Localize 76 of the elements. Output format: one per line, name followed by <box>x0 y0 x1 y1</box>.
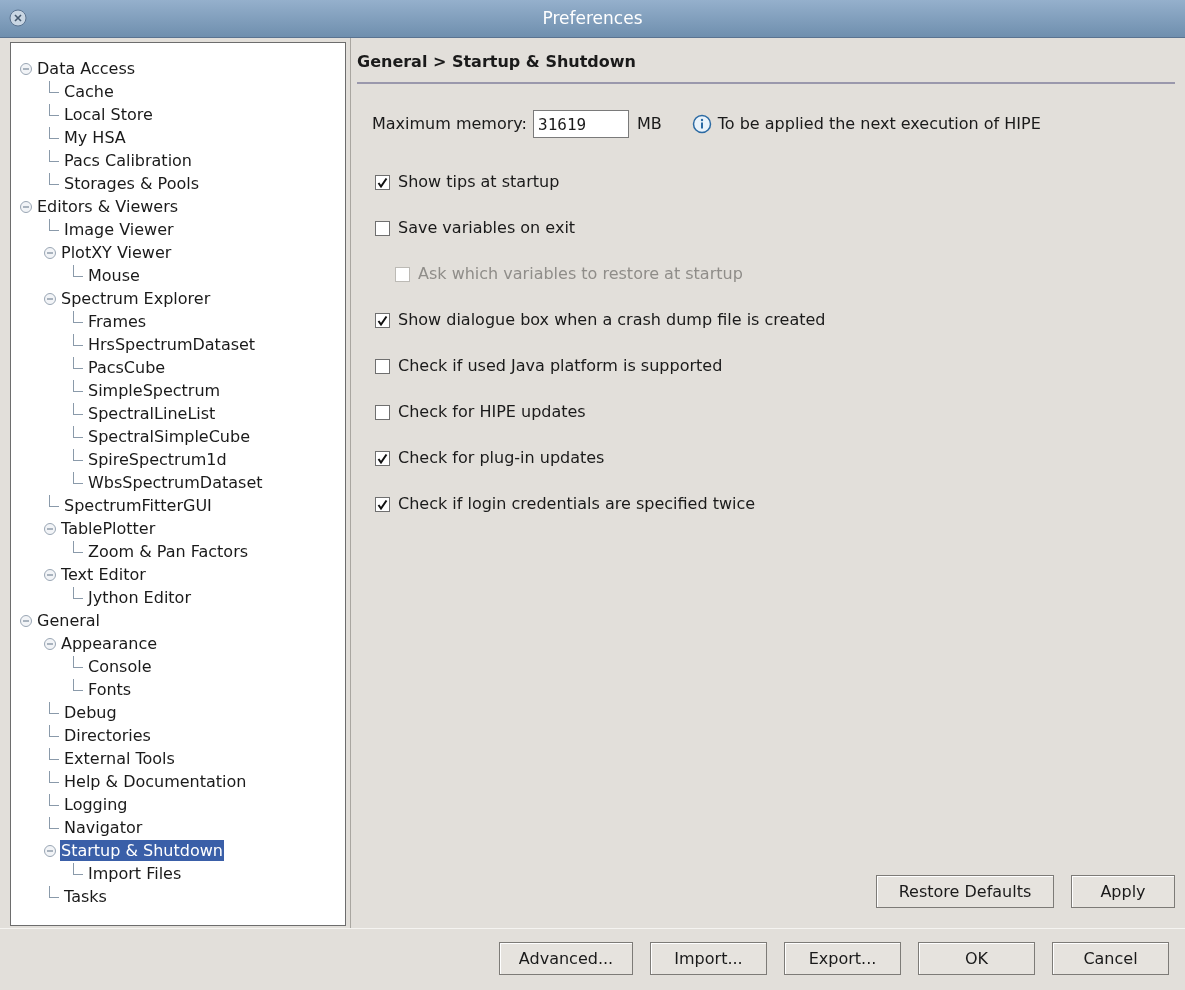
checkbox[interactable] <box>375 404 390 420</box>
close-icon[interactable] <box>8 8 28 28</box>
info-icon <box>691 114 712 134</box>
collapse-icon[interactable] <box>43 245 57 260</box>
tree-item[interactable]: SpireSpectrum1d <box>87 448 228 471</box>
dialog-button[interactable]: OK <box>918 942 1035 975</box>
tree-item[interactable]: Appearance <box>60 632 159 655</box>
checkbox-label: Check for plug-in updates <box>398 447 605 469</box>
checkbox-label: Save variables on exit <box>398 217 576 239</box>
window-title: Preferences <box>542 6 643 30</box>
memory-label: Maximum memory: <box>372 113 527 135</box>
tree-item[interactable]: Help & Documentation <box>63 770 248 793</box>
collapse-icon[interactable] <box>43 291 57 306</box>
tree-item[interactable]: TablePlotter <box>60 517 157 540</box>
checkbox[interactable] <box>375 450 390 466</box>
checkbox-label: Show dialogue box when a crash dump file is created <box>398 309 826 331</box>
dialog-button[interactable]: Restore Defaults <box>876 875 1054 908</box>
checkbox[interactable] <box>375 358 390 374</box>
tree-item[interactable]: Jython Editor <box>87 586 192 609</box>
tree-item[interactable]: My HSA <box>63 126 127 149</box>
tree-item[interactable]: SpectrumFitterGUI <box>63 494 213 517</box>
tree-item[interactable]: SimpleSpectrum <box>87 379 222 402</box>
tree-item[interactable]: WbsSpectrumDataset <box>87 471 264 494</box>
collapse-icon[interactable] <box>19 61 33 76</box>
tree-item[interactable]: SpectralLineList <box>87 402 217 425</box>
tree-item[interactable]: Editors & Viewers <box>36 195 180 218</box>
collapse-icon[interactable] <box>43 521 57 536</box>
tree-item[interactable]: HrsSpectrumDataset <box>87 333 257 356</box>
tree-item[interactable]: Storages & Pools <box>63 172 201 195</box>
tree-item[interactable]: Cache <box>63 80 115 103</box>
tree-item[interactable]: Spectrum Explorer <box>60 287 212 310</box>
checkbox[interactable] <box>375 174 390 190</box>
dialog-button[interactable]: Cancel <box>1052 942 1169 975</box>
tree-item[interactable]: Tasks <box>63 885 108 908</box>
tree-item[interactable]: Mouse <box>87 264 141 287</box>
dialog-button[interactable]: Import... <box>650 942 767 975</box>
collapse-icon[interactable] <box>43 636 57 651</box>
checkbox-label: Check if login credentials are specified twice <box>398 493 756 515</box>
collapse-icon[interactable] <box>19 199 33 214</box>
tree-item[interactable]: Frames <box>87 310 148 333</box>
checkbox[interactable] <box>375 312 390 328</box>
tree-item[interactable]: General <box>36 609 102 632</box>
tree-item[interactable]: Logging <box>63 793 129 816</box>
unit-label: MB <box>637 113 662 135</box>
collapse-icon[interactable] <box>43 843 57 858</box>
info-note: To be applied the next execution of HIPE <box>717 113 1041 135</box>
tree-item[interactable]: Fonts <box>87 678 133 701</box>
tree-item[interactable]: PacsCube <box>87 356 167 379</box>
memory-field[interactable]: 31619 <box>533 110 629 138</box>
tree-item[interactable]: PlotXY Viewer <box>60 241 173 264</box>
checkbox-label: Show tips at startup <box>398 171 560 193</box>
tree-item[interactable]: Console <box>87 655 153 678</box>
checkbox-label: Ask which variables to restore at startup <box>418 263 743 285</box>
tree-item[interactable]: Text Editor <box>60 563 147 586</box>
dialog-button[interactable]: Apply <box>1071 875 1175 908</box>
tree-item[interactable]: Navigator <box>63 816 144 839</box>
checkbox-label: Check if used Java platform is supported <box>398 355 723 377</box>
collapse-icon[interactable] <box>19 613 33 628</box>
panel-heading: General > Startup & Shutdown <box>357 38 1175 84</box>
collapse-icon[interactable] <box>43 567 57 582</box>
tree-item[interactable]: Startup & Shutdown <box>60 840 224 861</box>
tree-item[interactable]: SpectralSimpleCube <box>87 425 251 448</box>
tree-item[interactable]: Directories <box>63 724 152 747</box>
dialog-button[interactable]: Advanced... <box>499 942 633 975</box>
tree-item[interactable]: External Tools <box>63 747 176 770</box>
dialog-button[interactable]: Export... <box>784 942 901 975</box>
tree-item[interactable]: Data Access <box>36 57 137 80</box>
checkbox-label: Check for HIPE updates <box>398 401 586 423</box>
tree-item[interactable]: Import Files <box>87 862 183 885</box>
tree-item[interactable]: Pacs Calibration <box>63 149 193 172</box>
tree-item[interactable]: Image Viewer <box>63 218 175 241</box>
tree-item[interactable]: Local Store <box>63 103 154 126</box>
tree-item[interactable]: Debug <box>63 701 118 724</box>
checkbox[interactable] <box>375 220 390 236</box>
tree-item[interactable]: Zoom & Pan Factors <box>87 540 250 563</box>
checkbox[interactable] <box>375 496 390 512</box>
